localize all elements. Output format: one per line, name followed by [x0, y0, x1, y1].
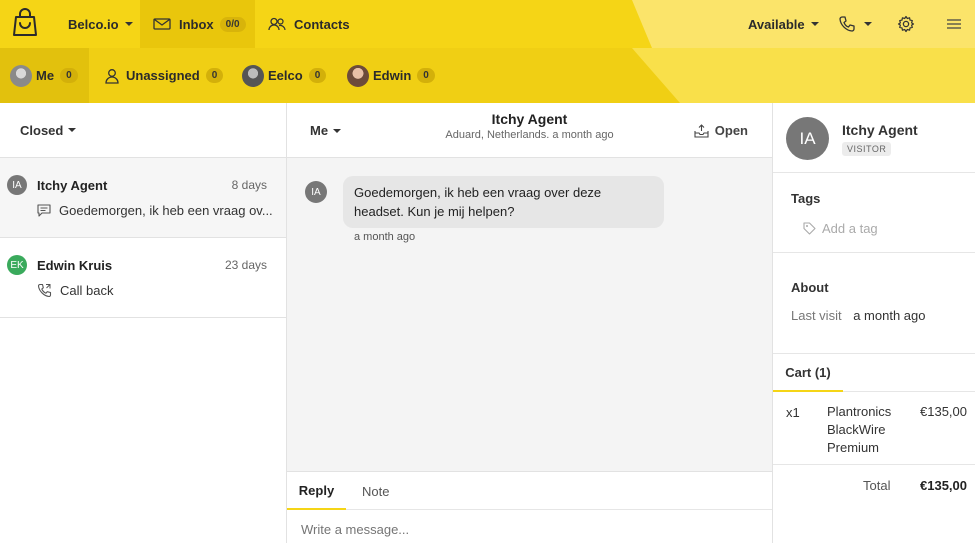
- agent-filter-eelco[interactable]: Eelco 0: [242, 48, 327, 103]
- conversation-item[interactable]: IA Itchy Agent 8 days Goedemorgen, ik he…: [0, 158, 286, 238]
- visitor-details-panel: IA Itchy Agent VISITOR Tags Add a tag Ab…: [773, 103, 975, 543]
- visitor-type-badge: VISITOR: [842, 142, 892, 156]
- cart-item-price: €135,00: [920, 404, 967, 419]
- conversation-time: 23 days: [224, 258, 267, 272]
- message-input[interactable]: [301, 522, 741, 537]
- tags-title: Tags: [791, 191, 821, 206]
- contacts-icon: [268, 17, 286, 31]
- about-title: About: [791, 280, 829, 295]
- conversation-name: Edwin Kruis: [37, 258, 113, 273]
- visitor-name: Itchy Agent: [842, 122, 918, 138]
- avatar: [242, 64, 264, 87]
- snippet-text: Call back: [60, 283, 114, 298]
- user-icon: [105, 68, 119, 84]
- avatar: EK: [7, 255, 27, 275]
- avatar: IA: [7, 175, 27, 195]
- inbox-count-badge: 0/0: [219, 16, 246, 32]
- avatar: IA: [786, 117, 829, 160]
- avatar: [10, 64, 32, 87]
- inbox-tray-icon: [694, 123, 709, 138]
- brand-switcher[interactable]: Belco.io: [68, 0, 133, 48]
- message-time: a month ago: [354, 231, 416, 243]
- avatar: [347, 64, 369, 87]
- settings-button[interactable]: [897, 0, 915, 48]
- message-composer: Reply Note: [287, 471, 772, 543]
- cart-line-item: x1 Plantronics BlackWire Premium €135,00: [773, 392, 975, 465]
- agent-filter-edwin[interactable]: Edwin 0: [347, 48, 435, 103]
- chevron-down-icon: [333, 128, 342, 133]
- envelope-icon: [153, 17, 171, 31]
- chevron-down-icon: [810, 22, 819, 26]
- chat-message-icon: [37, 204, 51, 217]
- assignee-dropdown[interactable]: Me: [310, 123, 342, 138]
- cart-item-product: Plantronics BlackWire Premium: [827, 404, 892, 455]
- visitor-header: IA Itchy Agent VISITOR: [773, 103, 975, 173]
- agent-count-badge: 0: [205, 68, 224, 83]
- conversation-name: Itchy Agent: [37, 178, 108, 193]
- agent-label: Edwin: [373, 68, 412, 83]
- chevron-down-icon: [68, 128, 77, 132]
- availability-dropdown[interactable]: Available: [748, 0, 819, 48]
- conversation-snippet: Goedemorgen, ik heb een vraag ov...: [37, 203, 273, 218]
- agent-count-badge: 0: [308, 68, 327, 83]
- cart-total-row: Total €135,00: [773, 465, 975, 505]
- add-tag-label: Add a tag: [822, 221, 878, 236]
- agent-filter-me[interactable]: Me 0: [0, 48, 89, 103]
- main-menu-button[interactable]: [946, 0, 962, 48]
- chevron-down-icon: [864, 22, 872, 26]
- agent-count-badge: 0: [417, 68, 435, 83]
- tags-section: Tags Add a tag: [773, 173, 975, 253]
- assignee-label: Me: [310, 123, 329, 138]
- phone-icon: [839, 16, 855, 32]
- conversation-title: Itchy Agent: [491, 111, 568, 127]
- last-visit-row: Last visit a month ago: [791, 308, 925, 323]
- conversation-subtitle: Aduard, Netherlands. a month ago: [445, 129, 614, 141]
- nav-contacts[interactable]: Contacts: [268, 0, 350, 48]
- top-bar: Belco.io Inbox 0/0 Contacts Available: [0, 0, 975, 48]
- status-filter-dropdown[interactable]: Closed: [0, 103, 286, 158]
- open-label: Open: [714, 123, 748, 138]
- conversation-list-panel: Closed IA Itchy Agent 8 days Goedemorgen…: [0, 103, 287, 543]
- conversation-panel: Me Itchy Agent Aduard, Netherlands. a mo…: [287, 103, 773, 543]
- avatar: IA: [305, 181, 327, 203]
- chevron-down-icon: [124, 22, 133, 26]
- cart-item-qty: x1: [786, 405, 800, 420]
- agent-count-badge: 0: [60, 68, 78, 83]
- agent-filter-bar: Me 0 Unassigned 0 Eelco 0 Edwin 0: [0, 48, 975, 103]
- conversation-snippet: Call back: [37, 283, 113, 298]
- about-section: About Last visit a month ago: [773, 253, 975, 354]
- status-filter-label: Closed: [20, 122, 64, 138]
- last-visit-value: a month ago: [853, 308, 926, 323]
- phone-dropdown[interactable]: [838, 0, 872, 48]
- cart-total-label: Total: [863, 478, 891, 493]
- shopping-bag-logo-icon[interactable]: [10, 8, 40, 38]
- callback-phone-icon: [37, 283, 52, 298]
- hamburger-menu-icon: [947, 19, 961, 29]
- agent-label: Me: [36, 68, 55, 83]
- agent-filter-unassigned[interactable]: Unassigned 0: [104, 48, 224, 103]
- tag-icon: [803, 222, 816, 235]
- conversation-header: Me Itchy Agent Aduard, Netherlands. a mo…: [287, 103, 772, 158]
- inbox-label: Inbox: [179, 16, 214, 32]
- message-bubble: Goedemorgen, ik heb een vraag over deze …: [343, 176, 664, 228]
- contacts-label: Contacts: [294, 16, 350, 32]
- agent-label: Unassigned: [126, 68, 200, 83]
- cart-tabs: Cart (1): [773, 354, 975, 392]
- tab-note[interactable]: Note: [362, 472, 389, 510]
- snippet-text: Goedemorgen, ik heb een vraag ov...: [59, 203, 273, 218]
- tab-cart[interactable]: Cart (1): [773, 354, 843, 392]
- last-visit-label: Last visit: [791, 308, 842, 323]
- composer-tabs: Reply Note: [287, 472, 772, 510]
- conversation-time: 8 days: [231, 178, 267, 192]
- brand-label: Belco.io: [68, 16, 119, 32]
- conversation-item[interactable]: EK Edwin Kruis 23 days Call back: [0, 238, 286, 318]
- open-conversation-button[interactable]: Open: [694, 123, 748, 138]
- availability-label: Available: [748, 16, 805, 32]
- nav-inbox[interactable]: Inbox 0/0: [140, 0, 255, 48]
- cart-total-value: €135,00: [920, 478, 967, 493]
- agent-label: Eelco: [268, 68, 303, 83]
- tab-reply[interactable]: Reply: [287, 472, 346, 510]
- gear-icon: [897, 15, 915, 33]
- add-tag-button[interactable]: Add a tag: [803, 221, 878, 236]
